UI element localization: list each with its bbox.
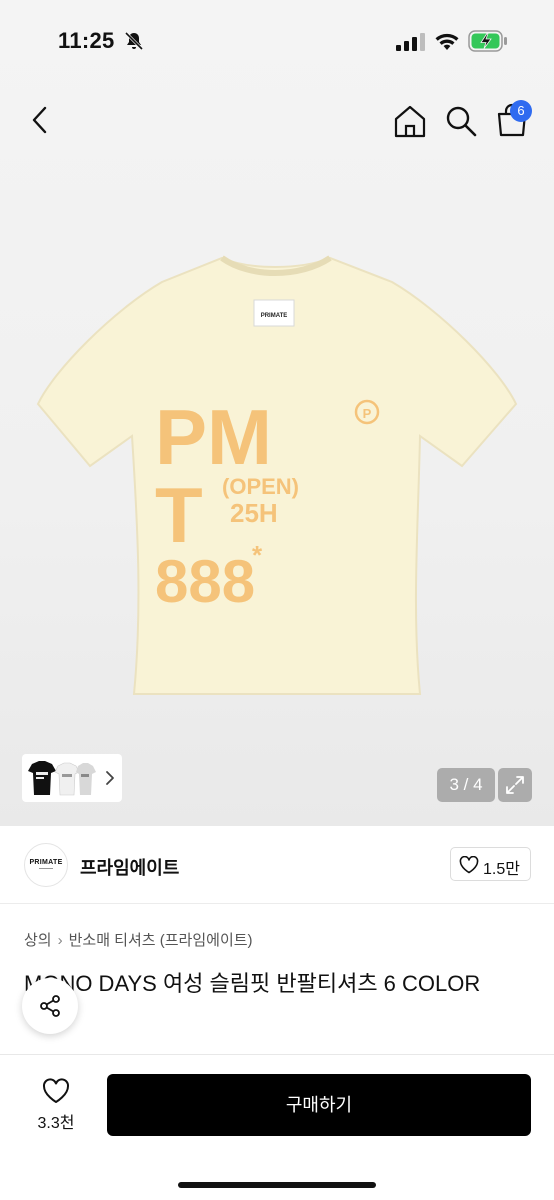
wishlist-button[interactable]: 3.3천: [22, 1077, 90, 1137]
battery-charging-icon: [468, 30, 507, 52]
expand-image-button[interactable]: [498, 768, 532, 802]
neck-label-text: PRIMATE: [261, 313, 288, 319]
home-icon[interactable]: [392, 104, 428, 138]
brand-name[interactable]: 프라임에이트: [80, 854, 179, 880]
brand-logo[interactable]: PRIMATE: [24, 843, 68, 887]
print-asterisk: *: [252, 540, 263, 570]
print-888: 888: [155, 548, 255, 615]
product-title: MONO DAYS 여성 슬림핏 반팔티셔츠 6 COLOR: [24, 971, 481, 996]
print-badge-letter: P: [363, 406, 372, 421]
image-pager: 3 / 4: [437, 768, 495, 802]
like-brand-button[interactable]: 1.5만: [450, 847, 531, 881]
brand-logo-underline: [39, 868, 53, 869]
thumbnail-strip[interactable]: [22, 754, 122, 802]
expand-icon: [506, 776, 524, 794]
chevron-right-icon: [106, 771, 114, 785]
print-open: (OPEN): [222, 474, 299, 499]
breadcrumb-item-category[interactable]: 상의: [24, 932, 52, 949]
brand-row[interactable]: PRIMATE 프라임에이트 1.5만: [0, 826, 554, 904]
search-icon[interactable]: [444, 104, 478, 138]
buy-button[interactable]: 구매하기: [107, 1074, 531, 1136]
top-nav: [0, 84, 554, 156]
back-icon[interactable]: [26, 104, 54, 136]
thumbnail-shirts-image: [28, 761, 96, 796]
wifi-icon: [435, 33, 459, 50]
share-button[interactable]: [22, 978, 78, 1034]
bottom-action-bar: 3.3천 구매하기: [0, 1054, 554, 1200]
print-t: T: [155, 471, 203, 559]
cart-count-badge: 6: [510, 100, 532, 122]
bell-slash-icon: [124, 31, 144, 51]
status-time: 11:25: [58, 28, 115, 53]
heart-icon: [459, 856, 479, 874]
home-indicator: [178, 1182, 376, 1188]
breadcrumb: 상의 › 반소매 티셔츠 (프라임에이트): [24, 929, 253, 950]
brand-logo-text: PRIMATE: [29, 859, 63, 866]
wishlist-count: 3.3천: [37, 1115, 75, 1132]
breadcrumb-item-subcategory[interactable]: 반소매 티셔츠 (프라임에이트): [69, 932, 253, 949]
status-bar: 11:25: [0, 0, 554, 84]
print-pm: PM: [155, 393, 272, 481]
signal-icon: [396, 33, 425, 51]
print-25h: 25H: [230, 498, 278, 528]
chevron-right-icon: ›: [57, 932, 63, 949]
brand-like-count: 1.5만: [483, 861, 520, 878]
share-icon: [40, 995, 60, 1017]
product-image[interactable]: PRIMATE PM T (OPEN) 25H 888 * P: [0, 230, 554, 700]
heart-icon: [43, 1078, 69, 1103]
